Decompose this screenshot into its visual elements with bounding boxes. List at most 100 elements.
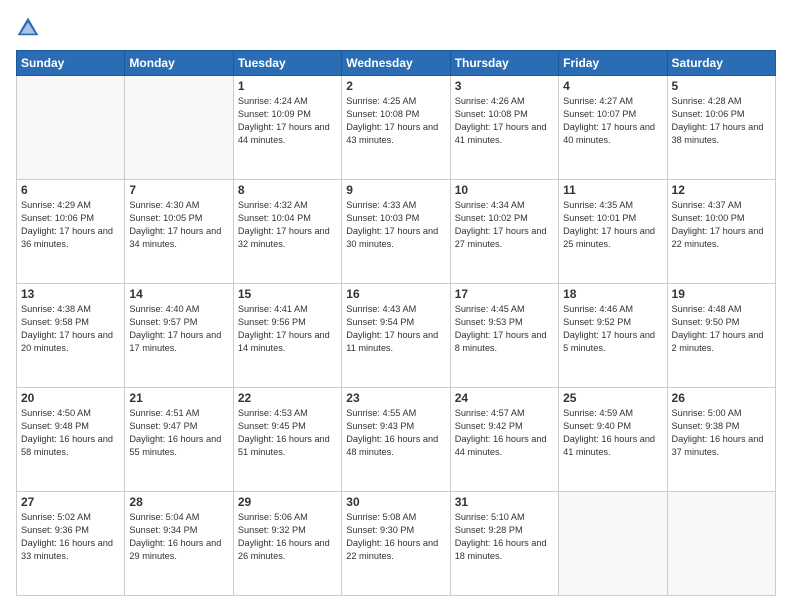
day-number: 14 xyxy=(129,287,228,301)
cell-info: Sunrise: 5:00 AM Sunset: 9:38 PM Dayligh… xyxy=(672,407,771,459)
day-number: 23 xyxy=(346,391,445,405)
calendar-week-1: 1 Sunrise: 4:24 AM Sunset: 10:09 PM Dayli… xyxy=(17,76,776,180)
day-header-friday: Friday xyxy=(559,51,667,76)
day-header-sunday: Sunday xyxy=(17,51,125,76)
calendar-cell: 27Sunrise: 5:02 AM Sunset: 9:36 PM Dayli… xyxy=(17,492,125,596)
calendar-cell xyxy=(559,492,667,596)
cell-info: Sunrise: 4:50 AM Sunset: 9:48 PM Dayligh… xyxy=(21,407,120,459)
calendar-cell: 14 Sunrise: 4:40 AM Sunset: 9:57 PM Dayli… xyxy=(125,284,233,388)
calendar-cell: 18 Sunrise: 4:46 AM Sunset: 9:52 PM Dayli… xyxy=(559,284,667,388)
day-number: 25 xyxy=(563,391,662,405)
calendar-header-row: SundayMondayTuesdayWednesdayThursdayFrid… xyxy=(17,51,776,76)
day-number: 21 xyxy=(129,391,228,405)
calendar-cell: 13Sunrise: 4:38 AM Sunset: 9:58 PM Dayli… xyxy=(17,284,125,388)
day-header-saturday: Saturday xyxy=(667,51,775,76)
calendar-cell: 29 Sunrise: 5:06 AM Sunset: 9:32 PM Dayli… xyxy=(233,492,341,596)
calendar-cell: 5 Sunrise: 4:28 AM Sunset: 10:06 PM Dayli… xyxy=(667,76,775,180)
cell-info: Sunrise: 4:32 AM Sunset: 10:04 PM Daylig… xyxy=(238,199,337,251)
day-number: 15 xyxy=(238,287,337,301)
day-number: 1 xyxy=(238,79,337,93)
day-number: 16 xyxy=(346,287,445,301)
calendar-cell: 19 Sunrise: 4:48 AM Sunset: 9:50 PM Dayli… xyxy=(667,284,775,388)
cell-info: Sunrise: 4:51 AM Sunset: 9:47 PM Dayligh… xyxy=(129,407,228,459)
calendar-cell: 26 Sunrise: 5:00 AM Sunset: 9:38 PM Dayli… xyxy=(667,388,775,492)
cell-info: Sunrise: 4:53 AM Sunset: 9:45 PM Dayligh… xyxy=(238,407,337,459)
cell-info: Sunrise: 4:57 AM Sunset: 9:42 PM Dayligh… xyxy=(455,407,554,459)
cell-info: Sunrise: 4:41 AM Sunset: 9:56 PM Dayligh… xyxy=(238,303,337,355)
cell-info: Sunrise: 4:43 AM Sunset: 9:54 PM Dayligh… xyxy=(346,303,445,355)
day-header-monday: Monday xyxy=(125,51,233,76)
cell-info: Sunrise: 4:40 AM Sunset: 9:57 PM Dayligh… xyxy=(129,303,228,355)
day-number: 11 xyxy=(563,183,662,197)
calendar-cell: 28 Sunrise: 5:04 AM Sunset: 9:34 PM Dayli… xyxy=(125,492,233,596)
cell-info: Sunrise: 4:35 AM Sunset: 10:01 PM Daylig… xyxy=(563,199,662,251)
day-number: 12 xyxy=(672,183,771,197)
cell-info: Sunrise: 4:46 AM Sunset: 9:52 PM Dayligh… xyxy=(563,303,662,355)
cell-info: Sunrise: 5:08 AM Sunset: 9:30 PM Dayligh… xyxy=(346,511,445,563)
day-number: 28 xyxy=(129,495,228,509)
page: SundayMondayTuesdayWednesdayThursdayFrid… xyxy=(0,0,792,612)
day-header-thursday: Thursday xyxy=(450,51,558,76)
day-number: 22 xyxy=(238,391,337,405)
calendar-cell: 30Sunrise: 5:08 AM Sunset: 9:30 PM Dayli… xyxy=(342,492,450,596)
calendar-cell: 21 Sunrise: 4:51 AM Sunset: 9:47 PM Dayli… xyxy=(125,388,233,492)
cell-info: Sunrise: 4:24 AM Sunset: 10:09 PM Daylig… xyxy=(238,95,337,147)
calendar-cell: 31Sunrise: 5:10 AM Sunset: 9:28 PM Dayli… xyxy=(450,492,558,596)
day-number: 9 xyxy=(346,183,445,197)
calendar-week-5: 27Sunrise: 5:02 AM Sunset: 9:36 PM Dayli… xyxy=(17,492,776,596)
calendar-cell xyxy=(17,76,125,180)
cell-info: Sunrise: 4:33 AM Sunset: 10:03 PM Daylig… xyxy=(346,199,445,251)
cell-info: Sunrise: 4:25 AM Sunset: 10:08 PM Daylig… xyxy=(346,95,445,147)
cell-info: Sunrise: 4:34 AM Sunset: 10:02 PM Daylig… xyxy=(455,199,554,251)
day-number: 20 xyxy=(21,391,120,405)
day-number: 10 xyxy=(455,183,554,197)
day-number: 19 xyxy=(672,287,771,301)
calendar-cell: 3 Sunrise: 4:26 AM Sunset: 10:08 PM Dayli… xyxy=(450,76,558,180)
calendar-cell xyxy=(125,76,233,180)
day-number: 24 xyxy=(455,391,554,405)
calendar-cell: 2 Sunrise: 4:25 AM Sunset: 10:08 PM Dayli… xyxy=(342,76,450,180)
calendar-cell: 10 Sunrise: 4:34 AM Sunset: 10:02 PM Dayl… xyxy=(450,180,558,284)
day-number: 8 xyxy=(238,183,337,197)
day-number: 29 xyxy=(238,495,337,509)
cell-info: Sunrise: 5:04 AM Sunset: 9:34 PM Dayligh… xyxy=(129,511,228,563)
calendar-cell: 22 Sunrise: 4:53 AM Sunset: 9:45 PM Dayli… xyxy=(233,388,341,492)
calendar-cell: 23Sunrise: 4:55 AM Sunset: 9:43 PM Dayli… xyxy=(342,388,450,492)
cell-info: Sunrise: 5:10 AM Sunset: 9:28 PM Dayligh… xyxy=(455,511,554,563)
day-number: 18 xyxy=(563,287,662,301)
logo-icon xyxy=(16,16,40,40)
calendar-cell: 17 Sunrise: 4:45 AM Sunset: 9:53 PM Dayli… xyxy=(450,284,558,388)
calendar-cell: 11 Sunrise: 4:35 AM Sunset: 10:01 PM Dayl… xyxy=(559,180,667,284)
day-number: 27 xyxy=(21,495,120,509)
calendar-cell: 25 Sunrise: 4:59 AM Sunset: 9:40 PM Dayli… xyxy=(559,388,667,492)
calendar-cell: 16 Sunrise: 4:43 AM Sunset: 9:54 PM Dayli… xyxy=(342,284,450,388)
calendar-cell: 9 Sunrise: 4:33 AM Sunset: 10:03 PM Dayli… xyxy=(342,180,450,284)
cell-info: Sunrise: 4:59 AM Sunset: 9:40 PM Dayligh… xyxy=(563,407,662,459)
day-header-tuesday: Tuesday xyxy=(233,51,341,76)
day-number: 3 xyxy=(455,79,554,93)
calendar-week-3: 13Sunrise: 4:38 AM Sunset: 9:58 PM Dayli… xyxy=(17,284,776,388)
calendar-cell: 12Sunrise: 4:37 AM Sunset: 10:00 PM Dayl… xyxy=(667,180,775,284)
calendar-cell: 24 Sunrise: 4:57 AM Sunset: 9:42 PM Dayli… xyxy=(450,388,558,492)
cell-info: Sunrise: 4:48 AM Sunset: 9:50 PM Dayligh… xyxy=(672,303,771,355)
calendar-cell: 7Sunrise: 4:30 AM Sunset: 10:05 PM Dayli… xyxy=(125,180,233,284)
calendar-cell: 8 Sunrise: 4:32 AM Sunset: 10:04 PM Dayli… xyxy=(233,180,341,284)
cell-info: Sunrise: 4:26 AM Sunset: 10:08 PM Daylig… xyxy=(455,95,554,147)
day-number: 26 xyxy=(672,391,771,405)
day-number: 13 xyxy=(21,287,120,301)
logo xyxy=(16,16,44,40)
day-number: 6 xyxy=(21,183,120,197)
header xyxy=(16,16,776,40)
cell-info: Sunrise: 4:28 AM Sunset: 10:06 PM Daylig… xyxy=(672,95,771,147)
cell-info: Sunrise: 5:06 AM Sunset: 9:32 PM Dayligh… xyxy=(238,511,337,563)
day-number: 5 xyxy=(672,79,771,93)
calendar-week-2: 6 Sunrise: 4:29 AM Sunset: 10:06 PM Dayli… xyxy=(17,180,776,284)
cell-info: Sunrise: 4:45 AM Sunset: 9:53 PM Dayligh… xyxy=(455,303,554,355)
calendar-cell xyxy=(667,492,775,596)
calendar-table: SundayMondayTuesdayWednesdayThursdayFrid… xyxy=(16,50,776,596)
day-number: 17 xyxy=(455,287,554,301)
day-number: 2 xyxy=(346,79,445,93)
cell-info: Sunrise: 4:30 AM Sunset: 10:05 PM Daylig… xyxy=(129,199,228,251)
calendar-cell: 1 Sunrise: 4:24 AM Sunset: 10:09 PM Dayli… xyxy=(233,76,341,180)
cell-info: Sunrise: 4:29 AM Sunset: 10:06 PM Daylig… xyxy=(21,199,120,251)
